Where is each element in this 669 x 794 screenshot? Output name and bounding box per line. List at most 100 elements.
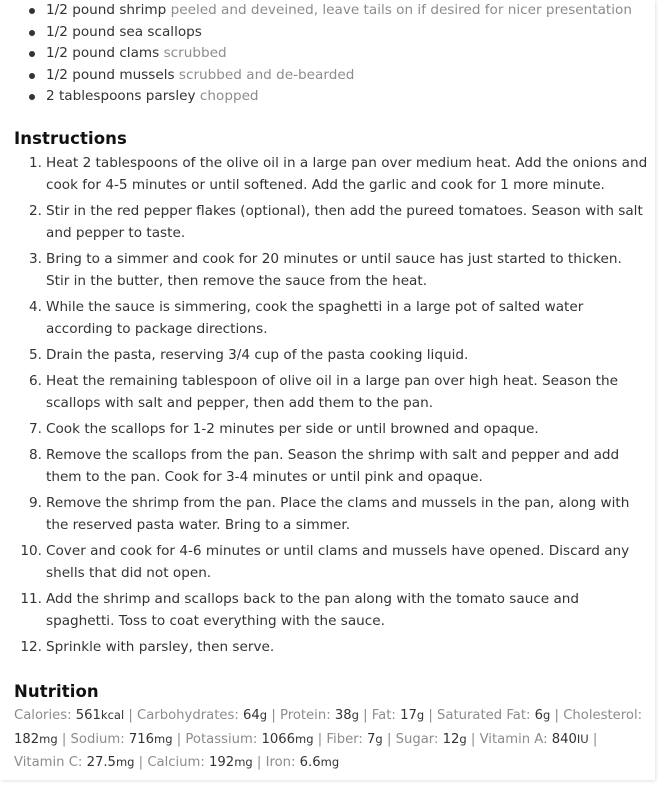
nutrition-unit: g: [375, 731, 383, 746]
instruction-step: 9. Remove the shrimp from the pan. Place …: [0, 492, 648, 536]
step-text: Add the shrimp and scallops back to the …: [46, 591, 580, 629]
nutrition-label: Iron:: [265, 755, 296, 770]
nutrition-separator: |: [554, 708, 559, 723]
nutrition-unit: mg: [39, 731, 58, 746]
step-number: 8.: [29, 447, 42, 463]
ingredient-amount: 1/2 pound shrimp: [46, 2, 167, 18]
nutrition-label: Sugar:: [395, 731, 439, 747]
nutrition-value: 561: [75, 708, 101, 723]
nutrition-label: Vitamin C:: [14, 755, 83, 770]
step-text: Sprinkle with parsley, then serve.: [46, 639, 275, 655]
nutrition-unit: IU: [576, 731, 589, 746]
step-text: Cover and cook for 4-6 minutes or until …: [46, 543, 630, 581]
instructions-heading: Instructions: [14, 129, 127, 148]
nutrition-item: Calories: 561kcal: [14, 708, 124, 723]
nutrition-heading: Nutrition: [14, 682, 99, 701]
nutrition-unit: g: [459, 731, 467, 746]
ingredient-note: peeled and deveined, leave tails on if d…: [170, 2, 632, 18]
step-text: Remove the shrimp from the pan. Place th…: [46, 495, 630, 533]
ingredient-note: scrubbed: [163, 45, 227, 61]
nutrition-label: Sodium:: [70, 731, 125, 747]
step-number: 6.: [29, 373, 42, 389]
nutrition-label: Saturated Fat:: [437, 708, 531, 723]
nutrition-item: Iron: 6.6mg: [266, 755, 340, 770]
nutrition-label: Carbohydrates:: [137, 708, 239, 723]
instruction-step: 4. While the sauce is simmering, cook the…: [0, 296, 648, 340]
step-number: 7.: [29, 421, 42, 437]
nutrition-item: Vitamin C: 27.5mg: [14, 755, 134, 770]
nutrition-item: Vitamin A: 840IU: [480, 732, 589, 747]
nutrition-separator: |: [128, 708, 133, 723]
nutrition-item: Potassium: 1066mg: [185, 732, 313, 747]
step-number: 3.: [29, 251, 42, 267]
instruction-step: 6. Heat the remaining tablespoon of olive…: [0, 370, 648, 414]
nutrition-separator: |: [176, 731, 182, 747]
instruction-step: 1. Heat 2 tablespoons of the olive oil in…: [0, 152, 648, 196]
nutrition-unit: mg: [234, 755, 253, 769]
nutrition-value: 716: [128, 731, 155, 747]
nutrition-separator: |: [271, 708, 276, 723]
nutrition-separator: |: [386, 731, 392, 747]
nutrition-value: 840: [551, 731, 577, 747]
step-number: 2.: [29, 203, 42, 219]
step-text: Drain the pasta, reserving 3/4 cup of th…: [46, 347, 469, 363]
step-number: 1.: [29, 155, 42, 171]
nutrition-separator: |: [61, 731, 67, 747]
bullet-icon: [29, 94, 35, 100]
ingredient-item: 1/2 pound mussels scrubbed and de-bearde…: [0, 65, 640, 87]
nutrition-item: Fiber: 7g: [326, 732, 382, 747]
ingredient-item: 1/2 pound sea scallops: [0, 22, 640, 44]
step-text: Cook the scallops for 1-2 minutes per si…: [46, 421, 539, 437]
recipe-card: 1/2 pound shrimp peeled and deveined, le…: [0, 0, 655, 780]
nutrition-value: 38: [334, 708, 352, 723]
nutrition-separator: |: [363, 708, 368, 723]
step-number: 11.: [20, 591, 42, 607]
instruction-step: 2. Stir in the red pepper flakes (optiona…: [0, 200, 648, 244]
ingredient-amount: 1/2 pound clams: [46, 45, 160, 61]
nutrition-value: 12: [442, 731, 460, 747]
nutrition-label: Potassium:: [185, 731, 258, 747]
nutrition-unit: kcal: [100, 708, 125, 722]
ingredient-amount: 2 tablespoons parsley: [46, 88, 196, 104]
nutrition-value: 27.5: [86, 755, 116, 770]
nutrition-item: Fat: 17g: [372, 708, 424, 723]
ingredient-amount: 1/2 pound sea scallops: [46, 23, 202, 40]
nutrition-label: Fat:: [371, 708, 396, 723]
nutrition-separator: |: [470, 731, 476, 747]
instruction-step: 8. Remove the scallops from the pan. Seas…: [0, 444, 648, 488]
nutrition-separator: |: [592, 731, 598, 747]
nutrition-separator: |: [138, 755, 144, 770]
bullet-icon: [29, 51, 35, 57]
nutrition-unit: mg: [320, 755, 340, 769]
nutrition-unit: mg: [115, 755, 135, 769]
ingredient-item: 1/2 pound shrimp peeled and deveined, le…: [0, 0, 640, 22]
ingredient-item: 1/2 pound clams scrubbed: [0, 43, 640, 65]
nutrition-value: 1066: [261, 731, 296, 747]
ingredient-item: 2 tablespoons parsley chopped: [0, 86, 640, 108]
nutrition-unit: g: [259, 708, 268, 722]
nutrition-label: Cholesterol:: [563, 708, 643, 723]
nutrition-item: Protein: 38g: [280, 708, 359, 723]
nutrition-label: Calcium:: [147, 755, 205, 770]
bullet-icon: [29, 72, 35, 79]
nutrition-item: Saturated Fat: 6g: [437, 708, 550, 723]
ingredient-list: 1/2 pound shrimp peeled and deveined, le…: [0, 0, 640, 108]
nutrition-value: 6: [534, 708, 544, 723]
step-number: 10.: [20, 543, 42, 559]
nutrition-separator: |: [428, 708, 433, 723]
ingredient-note: scrubbed and de-bearded: [178, 66, 355, 83]
instruction-step: 5. Drain the pasta, reserving 3/4 cup of …: [0, 344, 648, 366]
step-text: Bring to a simmer and cook for 20 minute…: [46, 251, 622, 289]
step-text: While the sauce is simmering, cook the s…: [46, 299, 584, 337]
nutrition-unit: mg: [154, 731, 173, 746]
nutrition-label: Protein:: [279, 708, 331, 723]
nutrition-unit: g: [416, 708, 425, 722]
instruction-step: 3. Bring to a simmer and cook for 20 minu…: [0, 248, 648, 292]
nutrition-unit: g: [543, 708, 551, 722]
instruction-step: 10. Cover and cook for 4-6 minutes or unt…: [0, 540, 648, 584]
nutrition-item: Calcium: 192mg: [147, 755, 252, 770]
nutrition-unit: g: [351, 708, 359, 722]
nutrition-value: 17: [400, 708, 417, 723]
nutrition-value: 64: [243, 708, 260, 723]
step-text: Heat the remaining tablespoon of olive o…: [46, 373, 618, 411]
